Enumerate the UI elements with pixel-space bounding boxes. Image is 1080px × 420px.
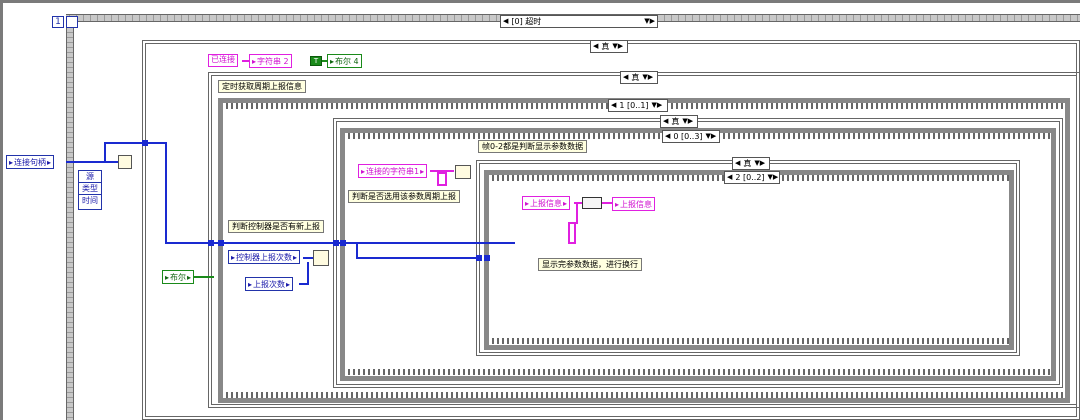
- report-info-out-terminal[interactable]: ▸ 上报信息: [612, 197, 656, 211]
- window-top-border: [0, 0, 1080, 3]
- wire-blue: [78, 161, 118, 163]
- decrement-arrow-icon[interactable]: ◀: [663, 116, 668, 127]
- case-true-1-selector[interactable]: ◀ 真 ▼▶: [590, 40, 628, 53]
- sequence-outer-film-bottom: [223, 392, 1065, 398]
- outer-case-selector[interactable]: ◀ [0] 超时 ▼▶: [500, 15, 658, 28]
- home-icon: ▸: [330, 56, 335, 66]
- output-arrow-icon: ▸: [47, 157, 52, 167]
- type-field: 类型: [79, 183, 101, 195]
- unbundle-node[interactable]: 源 类型 时间: [78, 170, 102, 210]
- sequence-outer-selector[interactable]: ◀ 1 [0..1] ▼▶: [608, 99, 668, 112]
- decrement-arrow-icon[interactable]: ◀: [503, 16, 508, 27]
- wire-pink: [576, 204, 578, 224]
- decrement-arrow-icon[interactable]: ◀: [593, 41, 598, 52]
- newline-constant[interactable]: [568, 222, 576, 244]
- frame-note-label: 帧0-2都是判断显示参数数据: [478, 140, 588, 153]
- tunnel-node: [476, 255, 482, 261]
- judge-new-report-label: 判断控制器是否有新上报: [228, 220, 324, 233]
- chevron-down-icon[interactable]: ▼▶: [644, 16, 655, 27]
- time-field: 时间: [82, 196, 98, 205]
- true-constant[interactable]: T: [310, 56, 322, 66]
- window-left-border: [0, 0, 3, 420]
- chevron-down-icon[interactable]: ▼▶: [706, 131, 717, 142]
- home-icon: ▸: [9, 157, 14, 167]
- wire-blue: [356, 242, 358, 258]
- home-icon: ▸: [525, 198, 530, 208]
- controller-count-terminal[interactable]: ▸ 控制器上报次数 ▸: [228, 250, 301, 264]
- connection-handle-terminal[interactable]: ▸ 连接句柄 ▸: [6, 155, 55, 169]
- loop-index-terminal[interactable]: 1: [52, 16, 64, 28]
- case-true-4-label: 真: [743, 159, 752, 168]
- case-true-1-label: 真: [601, 42, 610, 51]
- chevron-down-icon[interactable]: ▼▶: [754, 158, 765, 169]
- while-loop-left-frame: [66, 22, 74, 420]
- wire-blue: [165, 142, 167, 244]
- report-count-terminal[interactable]: ▸ 上报次数 ▸: [245, 277, 294, 291]
- decrement-arrow-icon[interactable]: ◀: [665, 131, 670, 142]
- case-true-2-label: 真: [631, 73, 640, 82]
- home-icon: ▸: [248, 279, 253, 289]
- concat-string-node[interactable]: [582, 197, 602, 209]
- tunnel-node: [340, 240, 346, 246]
- home-icon: ▸: [252, 56, 257, 66]
- loop-stop-terminal[interactable]: [66, 16, 78, 28]
- wire-green: [194, 276, 214, 278]
- display-done-label: 显示完参数数据，进行换行: [538, 258, 642, 271]
- chevron-down-icon[interactable]: ▼▶: [768, 172, 779, 183]
- case-true-3-selector[interactable]: ◀ 真 ▼▶: [660, 115, 698, 128]
- sequence-mid-label: 0 [0..3]: [673, 132, 703, 141]
- decrement-arrow-icon[interactable]: ◀: [727, 172, 732, 183]
- sequence-inner-selector[interactable]: ◀ 2 [0..2] ▼▶: [724, 171, 780, 184]
- chevron-down-icon[interactable]: ▼▶: [682, 116, 693, 127]
- chevron-down-icon[interactable]: ▼▶: [612, 41, 623, 52]
- tunnel-node: [333, 240, 339, 246]
- sequence-inner-label: 2 [0..2]: [735, 173, 765, 182]
- decrement-arrow-icon[interactable]: ◀: [611, 100, 616, 111]
- output-arrow-icon: ▸: [286, 279, 291, 289]
- compare-equal-node[interactable]: [118, 155, 132, 169]
- outer-case-label: [0] 超时: [511, 17, 542, 26]
- output-arrow-icon: ▸: [563, 198, 568, 208]
- source-field: 源: [79, 171, 101, 183]
- output-arrow-icon: ▸: [420, 166, 425, 176]
- compare-node[interactable]: [313, 250, 329, 266]
- output-arrow-icon: ▸: [187, 272, 192, 282]
- home-icon: ▸: [361, 166, 366, 176]
- case-true-3-label: 真: [671, 117, 680, 126]
- wire-blue: [66, 161, 78, 163]
- case-true-2-selector[interactable]: ◀ 真 ▼▶: [620, 71, 658, 84]
- sequence-outer-label: 1 [0..1]: [619, 101, 649, 110]
- bool-terminal[interactable]: ▸ 布尔 ▸: [162, 270, 195, 284]
- home-icon: ▸: [615, 199, 620, 209]
- bool4-terminal[interactable]: ▸ 布尔 4: [327, 54, 362, 68]
- wire-blue: [307, 262, 309, 285]
- connected-string-constant[interactable]: 已连接: [208, 54, 238, 67]
- home-icon: ▸: [231, 252, 236, 262]
- string-compare-node[interactable]: [455, 165, 471, 179]
- decrement-arrow-icon[interactable]: ◀: [623, 72, 628, 83]
- case-true-4-selector[interactable]: ◀ 真 ▼▶: [732, 157, 770, 170]
- output-arrow-icon: ▸: [293, 252, 298, 262]
- wire-blue: [104, 142, 106, 162]
- sequence-mid-film-bottom: [345, 369, 1051, 375]
- tunnel-node: [208, 240, 214, 246]
- string-constant-box[interactable]: [437, 172, 447, 186]
- chevron-down-icon[interactable]: ▼▶: [642, 72, 653, 83]
- report-info-in-terminal[interactable]: ▸ 上报信息 ▸: [522, 196, 571, 210]
- home-icon: ▸: [165, 272, 170, 282]
- sequence-mid-selector[interactable]: ◀ 0 [0..3] ▼▶: [662, 130, 720, 143]
- wire-blue: [145, 142, 167, 144]
- wire-blue: [104, 142, 144, 144]
- tunnel-node: [218, 240, 224, 246]
- decrement-arrow-icon[interactable]: ◀: [735, 158, 740, 169]
- wire-blue: [356, 257, 478, 259]
- tunnel-node: [484, 255, 490, 261]
- sequence-inner-film-bottom: [489, 338, 1009, 344]
- timed-report-label: 定时获取周期上报信息: [218, 80, 306, 93]
- chevron-down-icon[interactable]: ▼▶: [652, 100, 663, 111]
- connected-string1-terminal[interactable]: ▸ 连接的字符串1 ▸: [358, 164, 428, 178]
- string2-terminal[interactable]: ▸ 字符串 2: [249, 54, 292, 68]
- judge-selected-label: 判断是否选用该参数周期上报: [348, 190, 460, 203]
